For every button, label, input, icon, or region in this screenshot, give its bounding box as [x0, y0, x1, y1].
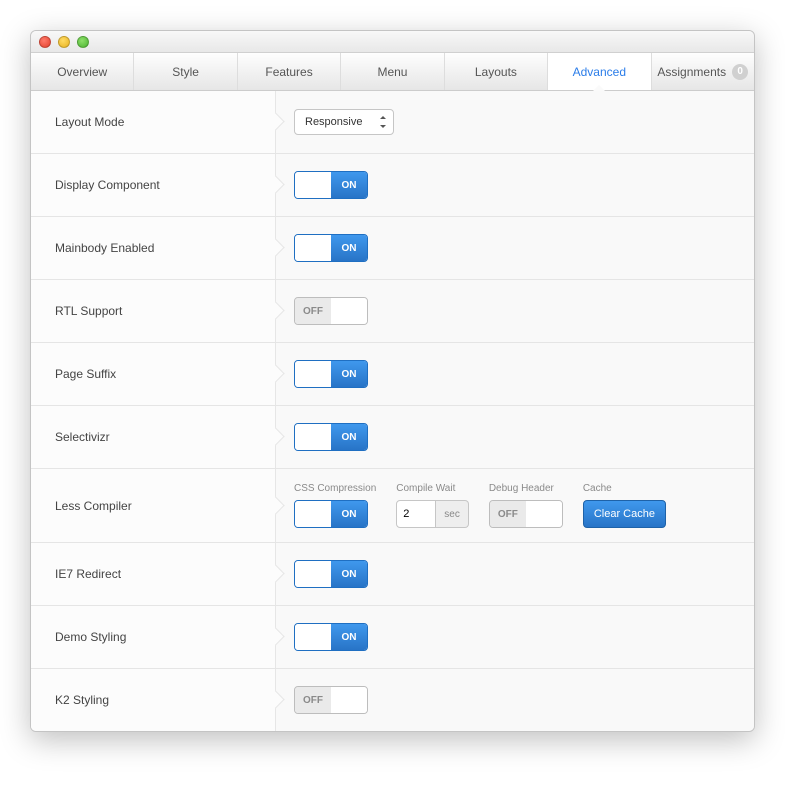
layout-mode-select[interactable]: Responsive — [294, 109, 394, 135]
row-display-component: Display Component ON — [31, 154, 754, 217]
label-layout-mode: Layout Mode — [31, 91, 276, 153]
css-compression-toggle[interactable]: ON — [294, 500, 368, 528]
control-ie7-redirect: ON — [276, 543, 754, 605]
label-css-compression: CSS Compression — [294, 483, 376, 494]
toggle-state: ON — [331, 624, 367, 650]
tab-assignments-label: Assignments — [657, 65, 726, 79]
row-k2-styling: K2 Styling OFF — [31, 669, 754, 731]
toggle-knob — [295, 172, 331, 198]
demo-styling-toggle[interactable]: ON — [294, 623, 368, 651]
window: Overview Style Features Menu Layouts Adv… — [30, 30, 755, 732]
assignments-badge: 0 — [732, 64, 748, 80]
display-component-toggle[interactable]: ON — [294, 171, 368, 199]
toggle-knob — [295, 424, 331, 450]
control-rtl-support: OFF — [276, 280, 754, 342]
toggle-state: ON — [331, 561, 367, 587]
toggle-knob — [295, 361, 331, 387]
panel-body: Layout Mode Responsive Display Component… — [31, 91, 754, 731]
row-ie7-redirect: IE7 Redirect ON — [31, 543, 754, 606]
toggle-knob — [526, 501, 562, 527]
page-suffix-toggle[interactable]: ON — [294, 360, 368, 388]
label-k2-styling: K2 Styling — [31, 669, 276, 731]
control-page-suffix: ON — [276, 343, 754, 405]
toggle-state: ON — [331, 424, 367, 450]
toggle-knob — [295, 561, 331, 587]
label-mainbody-enabled: Mainbody Enabled — [31, 217, 276, 279]
compile-wait-field: sec — [396, 500, 469, 528]
compile-wait-input[interactable] — [396, 500, 436, 528]
label-display-component: Display Component — [31, 154, 276, 216]
zoom-icon[interactable] — [77, 36, 89, 48]
control-demo-styling: ON — [276, 606, 754, 668]
label-page-suffix: Page Suffix — [31, 343, 276, 405]
ie7-redirect-toggle[interactable]: ON — [294, 560, 368, 588]
row-mainbody-enabled: Mainbody Enabled ON — [31, 217, 754, 280]
tab-assignments[interactable]: Assignments 0 — [652, 53, 754, 90]
row-demo-styling: Demo Styling ON — [31, 606, 754, 669]
tab-style[interactable]: Style — [134, 53, 237, 90]
toggle-state: ON — [331, 361, 367, 387]
debug-header-toggle[interactable]: OFF — [489, 500, 563, 528]
minimize-icon[interactable] — [58, 36, 70, 48]
toggle-state: ON — [331, 235, 367, 261]
label-less-compiler: Less Compiler — [31, 469, 276, 542]
group-debug-header: Debug Header OFF — [489, 483, 563, 528]
toggle-knob — [295, 624, 331, 650]
toggle-state: OFF — [295, 298, 331, 324]
tab-advanced[interactable]: Advanced — [548, 53, 651, 90]
row-selectivizr: Selectivizr ON — [31, 406, 754, 469]
row-page-suffix: Page Suffix ON — [31, 343, 754, 406]
toggle-state: ON — [331, 501, 367, 527]
toggle-state: OFF — [490, 501, 526, 527]
label-ie7-redirect: IE7 Redirect — [31, 543, 276, 605]
label-debug-header: Debug Header — [489, 483, 563, 494]
row-layout-mode: Layout Mode Responsive — [31, 91, 754, 154]
label-compile-wait: Compile Wait — [396, 483, 469, 494]
group-css-compression: CSS Compression ON — [294, 483, 376, 528]
tab-layouts[interactable]: Layouts — [445, 53, 548, 90]
titlebar — [31, 31, 754, 53]
selectivizr-toggle[interactable]: ON — [294, 423, 368, 451]
layout-mode-value: Responsive — [305, 116, 362, 128]
rtl-support-toggle[interactable]: OFF — [294, 297, 368, 325]
control-less-compiler: CSS Compression ON Compile Wait sec Debu… — [276, 469, 754, 542]
compile-wait-unit: sec — [436, 500, 469, 528]
toggle-knob — [295, 501, 331, 527]
tabs: Overview Style Features Menu Layouts Adv… — [31, 53, 754, 91]
toggle-knob — [295, 235, 331, 261]
clear-cache-button[interactable]: Clear Cache — [583, 500, 666, 528]
label-rtl-support: RTL Support — [31, 280, 276, 342]
control-mainbody-enabled: ON — [276, 217, 754, 279]
mainbody-enabled-toggle[interactable]: ON — [294, 234, 368, 262]
control-display-component: ON — [276, 154, 754, 216]
label-cache: Cache — [583, 483, 666, 494]
control-selectivizr: ON — [276, 406, 754, 468]
toggle-knob — [331, 298, 367, 324]
toggle-state: OFF — [295, 687, 331, 713]
tab-features[interactable]: Features — [238, 53, 341, 90]
control-k2-styling: OFF — [276, 669, 754, 731]
row-less-compiler: Less Compiler CSS Compression ON Compile… — [31, 469, 754, 543]
label-selectivizr: Selectivizr — [31, 406, 276, 468]
tab-overview[interactable]: Overview — [31, 53, 134, 90]
group-compile-wait: Compile Wait sec — [396, 483, 469, 528]
group-cache: Cache Clear Cache — [583, 483, 666, 528]
label-demo-styling: Demo Styling — [31, 606, 276, 668]
tab-menu[interactable]: Menu — [341, 53, 444, 90]
k2-styling-toggle[interactable]: OFF — [294, 686, 368, 714]
toggle-state: ON — [331, 172, 367, 198]
close-icon[interactable] — [39, 36, 51, 48]
toggle-knob — [331, 687, 367, 713]
control-layout-mode: Responsive — [276, 91, 754, 153]
row-rtl-support: RTL Support OFF — [31, 280, 754, 343]
